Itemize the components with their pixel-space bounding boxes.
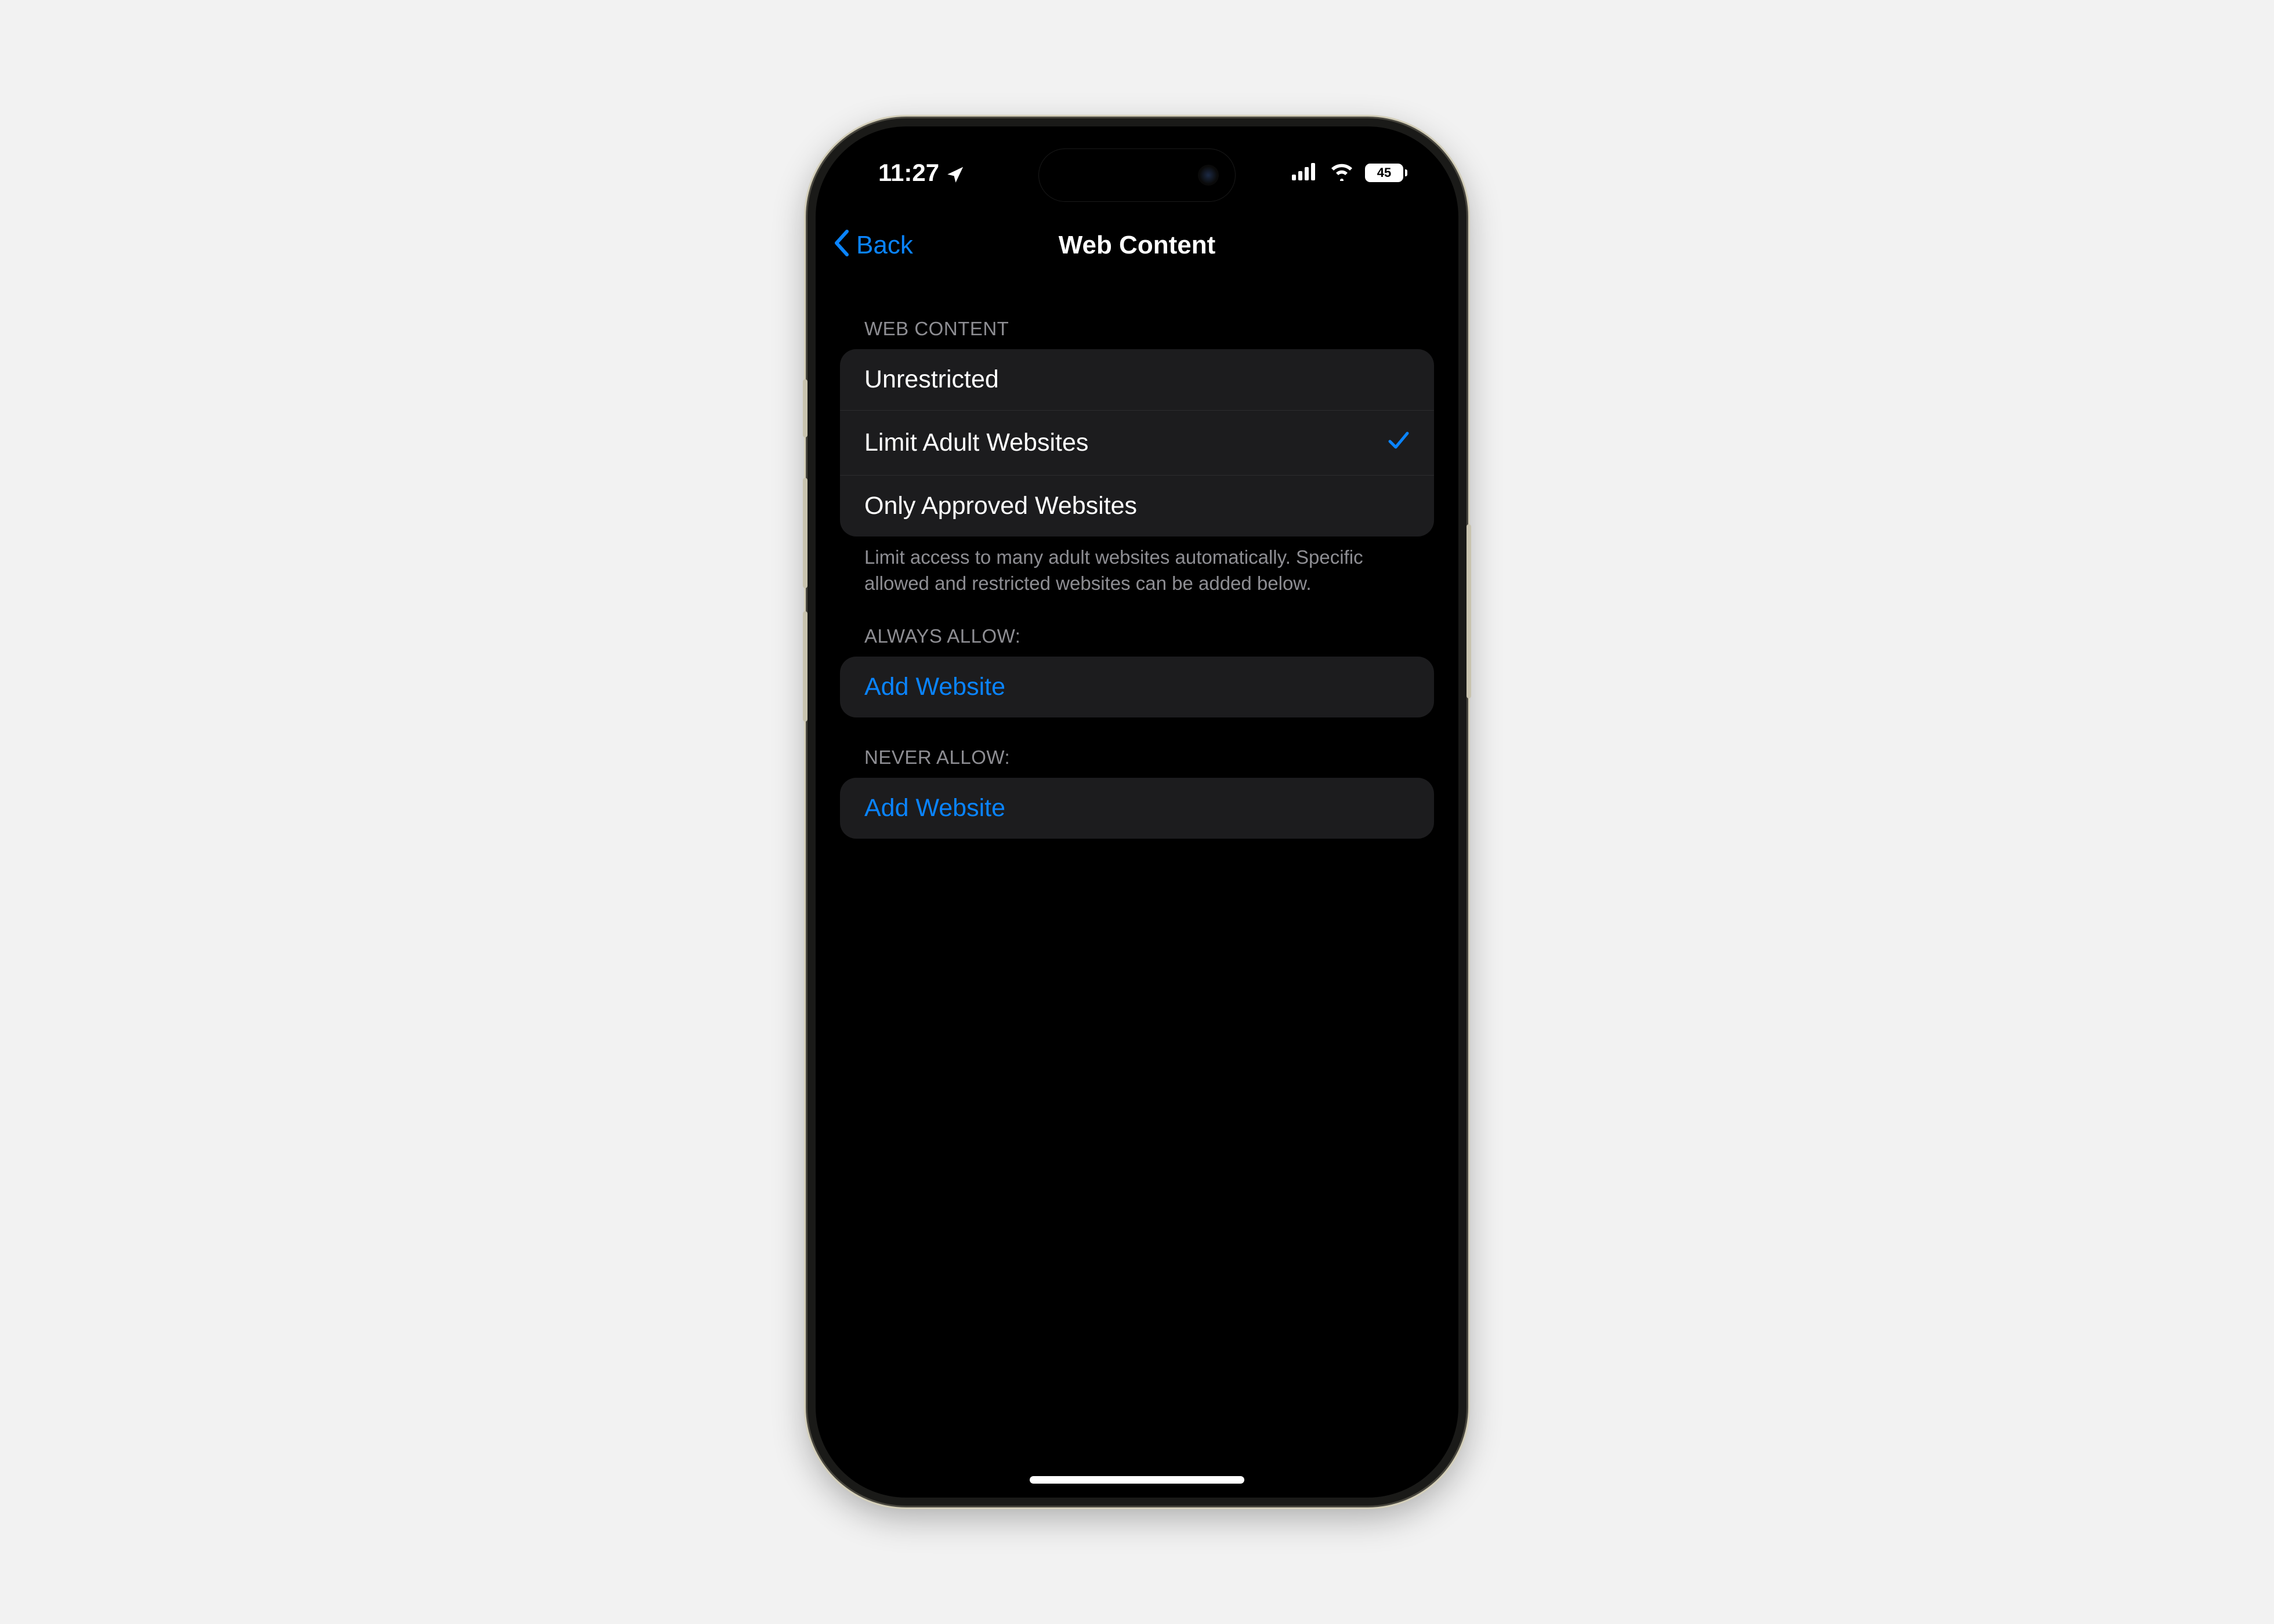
status-right: 45 <box>1292 162 1407 184</box>
dynamic-island[interactable] <box>1038 148 1236 202</box>
section-header-web-content: WEB CONTENT <box>840 289 1434 349</box>
battery-level: 45 <box>1377 165 1391 180</box>
option-label: Unrestricted <box>864 365 999 394</box>
section-group-web-content: Unrestricted Limit Adult Websites Only A… <box>840 349 1434 536</box>
section-header-never-allow: NEVER ALLOW: <box>840 717 1434 778</box>
option-label: Only Approved Websites <box>864 492 1137 520</box>
checkmark-icon <box>1388 427 1410 459</box>
section-group-always-allow: Add Website <box>840 657 1434 717</box>
nav-title: Web Content <box>1059 231 1216 260</box>
section-group-never-allow: Add Website <box>840 778 1434 839</box>
home-indicator[interactable] <box>1030 1476 1244 1484</box>
nav-bar: Back Web Content <box>816 213 1458 277</box>
add-website-label: Add Website <box>864 673 1005 701</box>
add-website-never-allow[interactable]: Add Website <box>840 778 1434 839</box>
power-button[interactable] <box>1466 524 1471 698</box>
add-website-always-allow[interactable]: Add Website <box>840 657 1434 717</box>
phone-frame: 11:27 45 <box>808 118 1466 1506</box>
silent-switch[interactable] <box>803 379 808 437</box>
section-footer-web-content: Limit access to many adult websites auto… <box>840 536 1434 596</box>
battery-icon: 45 <box>1365 164 1407 182</box>
option-limit-adult-websites[interactable]: Limit Adult Websites <box>840 411 1434 476</box>
back-button[interactable]: Back <box>833 229 913 262</box>
option-label: Limit Adult Websites <box>864 429 1088 457</box>
section-header-always-allow: ALWAYS ALLOW: <box>840 596 1434 657</box>
status-time: 11:27 <box>878 159 939 187</box>
status-left: 11:27 <box>878 159 965 187</box>
option-only-approved-websites[interactable]: Only Approved Websites <box>840 476 1434 536</box>
back-label: Back <box>856 231 913 260</box>
add-website-label: Add Website <box>864 794 1005 822</box>
wifi-icon <box>1329 162 1355 184</box>
phone-screen: 11:27 45 <box>816 126 1458 1498</box>
volume-down-button[interactable] <box>803 611 808 722</box>
location-icon <box>945 163 965 183</box>
chevron-left-icon <box>833 229 850 262</box>
content-area: WEB CONTENT Unrestricted Limit Adult Web… <box>816 289 1458 1498</box>
volume-up-button[interactable] <box>803 478 808 588</box>
cellular-icon <box>1292 163 1319 183</box>
option-unrestricted[interactable]: Unrestricted <box>840 349 1434 411</box>
